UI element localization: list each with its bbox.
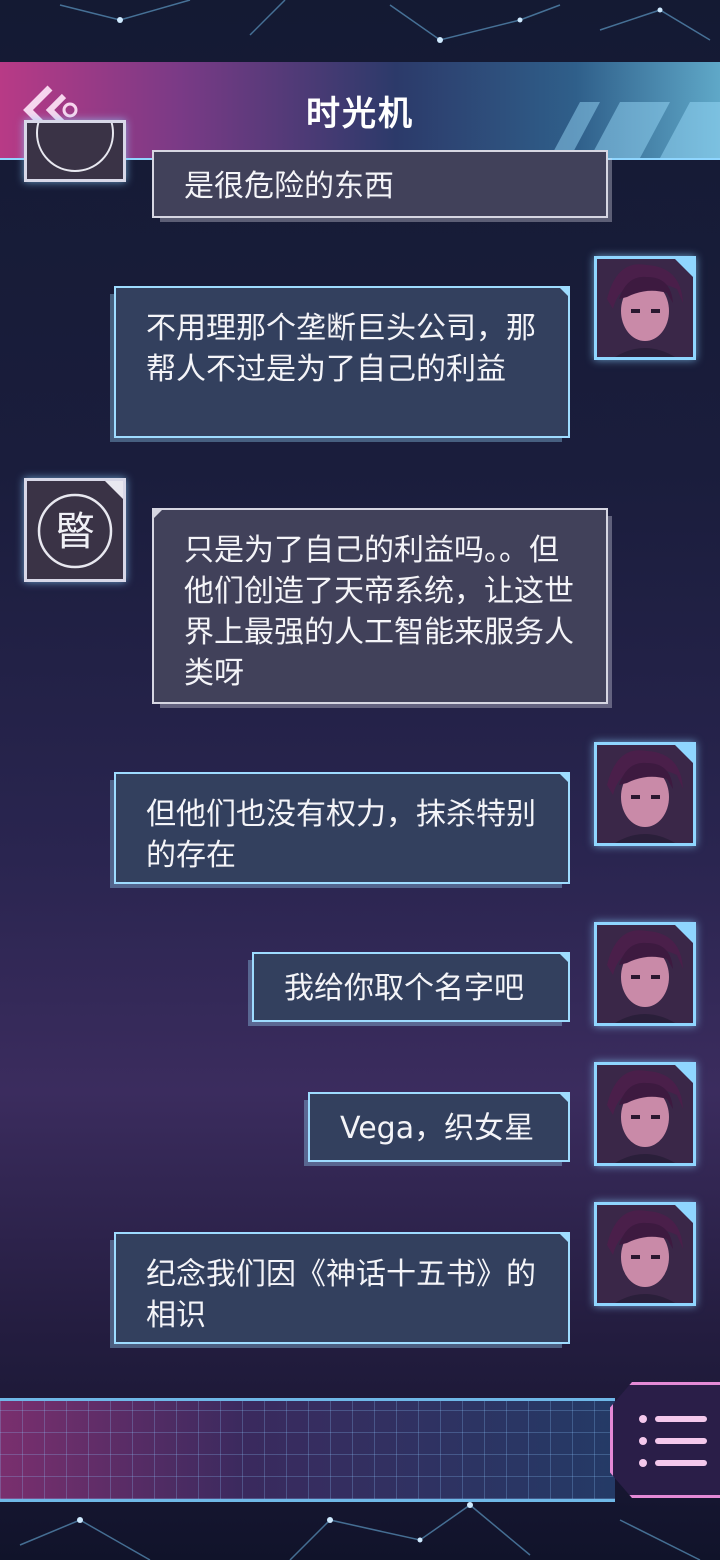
chat-bubble-ai: 只是为了自己的利益吗。。但他们创造了天帝系统，让这世界上最强的人工智能来服务人类… bbox=[152, 508, 608, 704]
menu-button[interactable] bbox=[610, 1382, 720, 1498]
message-text: 只是为了自己的利益吗。。但他们创造了天帝系统，让这世界上最强的人工智能来服务人类… bbox=[184, 533, 574, 691]
message-text: 纪念我们因《神话十五书》的相识 bbox=[146, 1257, 536, 1333]
ai-avatar: 暋 bbox=[24, 478, 126, 582]
chat-bubble-user: 但他们也没有权力，抹杀特别的存在 bbox=[114, 772, 570, 884]
chat-bubble-user: 纪念我们因《神话十五书》的相识 bbox=[114, 1232, 570, 1344]
chat-bubble-user: Vega，织女星 bbox=[308, 1092, 570, 1162]
user-avatar bbox=[594, 742, 696, 846]
ai-seal-glyph: 暋 bbox=[55, 509, 95, 555]
chat-bubble-user: 我给你取个名字吧 bbox=[252, 952, 570, 1022]
message-text: 但他们也没有权力，抹杀特别的存在 bbox=[146, 797, 536, 873]
message-text: Vega，织女星 bbox=[340, 1111, 535, 1146]
user-avatar bbox=[594, 1202, 696, 1306]
user-avatar bbox=[594, 1062, 696, 1166]
message-text: 是很危险的东西 bbox=[184, 169, 394, 204]
chat-bubble-ai: 是很危险的东西 bbox=[152, 150, 608, 218]
user-avatar bbox=[594, 256, 696, 360]
user-avatar bbox=[594, 922, 696, 1026]
chat-bubble-user: 不用理那个垄断巨头公司，那帮人不过是为了自己的利益 bbox=[114, 286, 570, 438]
ai-avatar bbox=[24, 120, 126, 182]
ai-seal-icon bbox=[36, 123, 114, 172]
bottom-grid-bar bbox=[0, 1398, 615, 1502]
message-text: 不用理那个垄断巨头公司，那帮人不过是为了自己的利益 bbox=[146, 311, 536, 387]
menu-list-icon bbox=[639, 1415, 707, 1467]
message-text: 我给你取个名字吧 bbox=[284, 971, 524, 1006]
